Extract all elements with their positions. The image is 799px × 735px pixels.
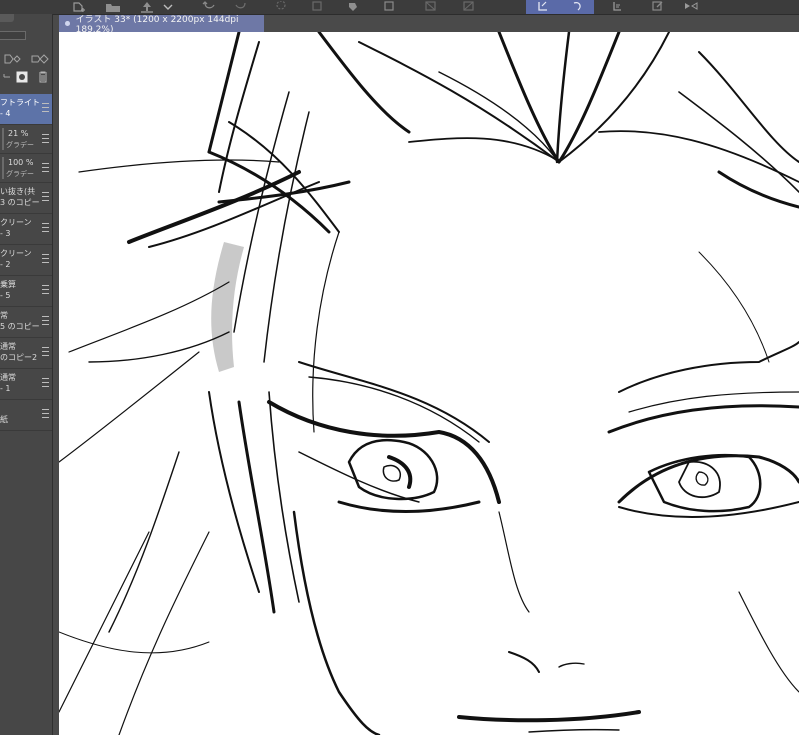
blend-mode-icon[interactable]	[4, 54, 22, 64]
layer-name: 乗算	[0, 280, 16, 289]
layer-name: クリーン	[0, 249, 32, 258]
frame-icon[interactable]	[526, 0, 560, 14]
transform-icon[interactable]	[372, 0, 406, 14]
layer-list: フトライト - 4 21 % グラデー 100 % グラデー い抜き(共 3 の…	[0, 94, 52, 431]
layer-subtitle: 5 のコピー	[0, 322, 40, 331]
lock-icon[interactable]	[2, 72, 12, 82]
layer-subtitle: 紙	[0, 415, 8, 424]
lasso-icon[interactable]	[452, 0, 486, 14]
rotate-icon[interactable]	[560, 0, 594, 14]
drag-handle-icon[interactable]	[42, 134, 49, 143]
layer-subtitle: グラデー	[6, 141, 34, 149]
drag-handle-icon[interactable]	[42, 409, 49, 418]
opacity-slider[interactable]	[0, 31, 26, 40]
flip-icon[interactable]	[600, 0, 634, 14]
drag-handle-icon[interactable]	[42, 316, 49, 325]
mask-icon[interactable]	[16, 71, 28, 83]
layer-item[interactable]: クリーン - 3	[0, 214, 52, 245]
drawing-canvas[interactable]	[59, 32, 799, 735]
drag-handle-icon[interactable]	[42, 347, 49, 356]
spinner-icon[interactable]	[264, 0, 298, 14]
drag-handle-icon[interactable]	[42, 285, 49, 294]
select-icon[interactable]	[414, 0, 448, 14]
layer-item[interactable]: 通常 - 1	[0, 369, 52, 400]
layer-name: い抜き(共	[0, 187, 36, 196]
indent-bar	[2, 128, 4, 150]
layer-subtitle: 3 のコピー	[0, 198, 40, 207]
edit-icon[interactable]	[640, 0, 674, 14]
drag-handle-icon[interactable]	[42, 103, 49, 112]
layer-subtitle: - 5	[0, 291, 11, 300]
layer-opacity: 21 %	[8, 129, 29, 138]
layer-item[interactable]: 21 % グラデー	[0, 125, 52, 154]
layer-item[interactable]: フトライト - 4	[0, 94, 52, 125]
layer-item[interactable]: 乗算 - 5	[0, 276, 52, 307]
layer-item[interactable]: 常 5 のコピー	[0, 307, 52, 338]
canvas-tab[interactable]: イラスト 33* (1200 x 2200px 144dpi 189.2%)	[59, 15, 264, 35]
layer-item[interactable]: クリーン - 2	[0, 245, 52, 276]
drag-handle-icon[interactable]	[42, 254, 49, 263]
trash-icon[interactable]	[38, 71, 48, 83]
layer-name: クリーン	[0, 218, 32, 227]
layer-panel-tools	[0, 54, 52, 84]
close-icon[interactable]	[65, 21, 70, 26]
layer-name: 常	[0, 311, 8, 320]
layer-subtitle: - 1	[0, 384, 11, 393]
layer-name: 通常	[0, 373, 16, 382]
layer-item[interactable]: 紙	[0, 400, 52, 431]
layer-subtitle: グラデー	[6, 170, 34, 178]
layer-item[interactable]: い抜き(共 3 のコピー	[0, 183, 52, 214]
layer-subtitle: - 3	[0, 229, 11, 238]
layer-opacity: 100 %	[8, 158, 34, 167]
layer-item[interactable]: 通常 のコピー2	[0, 338, 52, 369]
drag-handle-icon[interactable]	[42, 223, 49, 232]
panel-tab[interactable]	[0, 14, 14, 22]
save-icon[interactable]	[300, 0, 334, 14]
layer-subtitle: - 4	[0, 109, 11, 118]
drag-handle-icon[interactable]	[42, 192, 49, 201]
layer-subtitle: のコピー2	[0, 353, 38, 362]
layer-subtitle: - 2	[0, 260, 11, 269]
layer-name: 通常	[0, 342, 16, 351]
layer-item[interactable]: 100 % グラデー	[0, 154, 52, 183]
layer-panel: フトライト - 4 21 % グラデー 100 % グラデー い抜き(共 3 の…	[0, 14, 53, 735]
drag-handle-icon[interactable]	[42, 163, 49, 172]
drag-handle-icon[interactable]	[42, 378, 49, 387]
layer-name: フトライト	[0, 98, 40, 107]
fill-icon[interactable]	[336, 0, 370, 14]
sketch-artwork	[59, 32, 799, 735]
mirror-icon[interactable]	[674, 0, 708, 14]
indent-bar	[2, 157, 4, 179]
link-layer-icon[interactable]	[30, 54, 50, 64]
